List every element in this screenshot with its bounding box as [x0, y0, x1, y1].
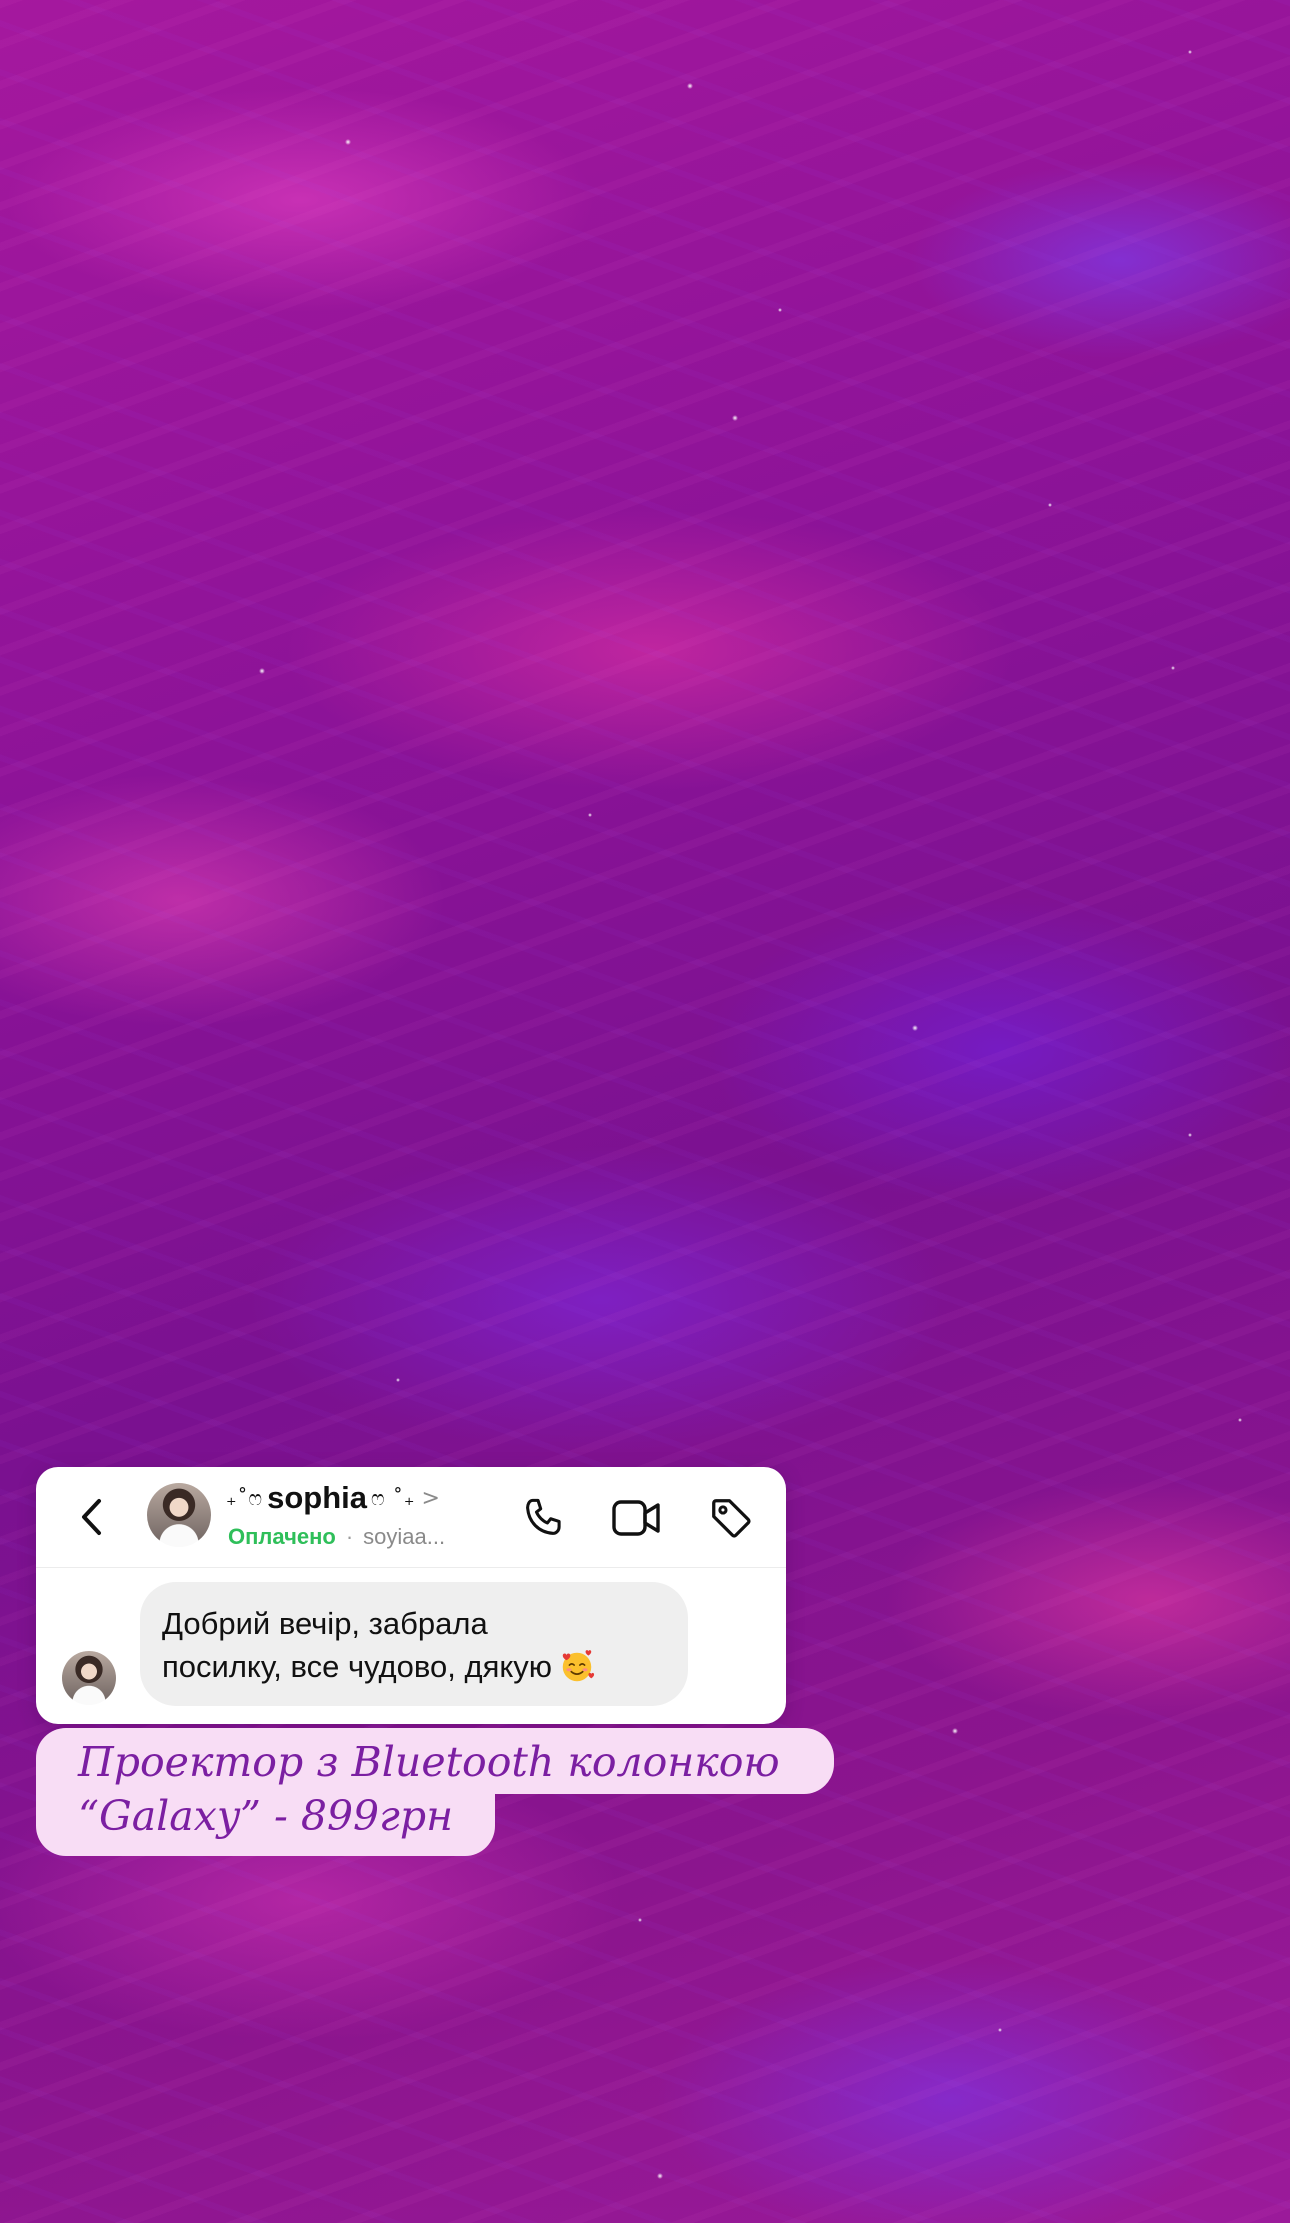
video-camera-icon — [612, 1500, 660, 1536]
call-button[interactable] — [516, 1491, 570, 1545]
tag-icon — [712, 1499, 751, 1538]
status-separator: · — [345, 1524, 354, 1549]
chat-header: ₊˚ෆ sophia ෆ ˚₊ > Оплачено · soyiaa... — [36, 1467, 786, 1568]
message-text-line-1: Добрий вечір, забрала — [162, 1606, 488, 1641]
back-button[interactable] — [70, 1495, 114, 1539]
message-text-line-2-text: посилку, все чудово, дякую — [162, 1649, 553, 1684]
chevron-right-icon: > — [421, 1485, 440, 1511]
sender-avatar — [62, 1651, 116, 1705]
chat-screenshot-card: ₊˚ෆ sophia ෆ ˚₊ > Оплачено · soyiaa... Д… — [36, 1467, 786, 1724]
name-decoration-prefix: ₊˚ෆ — [226, 1486, 264, 1510]
video-call-button[interactable] — [610, 1491, 664, 1545]
caption-line-1: Проектор з Bluetooth колонкою — [36, 1728, 834, 1794]
contact-name: sophia — [267, 1480, 368, 1515]
smiling-face-with-hearts-icon — [562, 1650, 595, 1682]
payment-status-label: Оплачено — [228, 1524, 336, 1549]
tag-button[interactable] — [704, 1491, 758, 1545]
chevron-left-icon — [82, 1499, 101, 1535]
contact-username: soyiaa... — [363, 1524, 446, 1549]
message-text-line-2: посилку, все чудово, дякую — [162, 1645, 666, 1688]
contact-name-row[interactable]: ₊˚ෆ sophia ෆ ˚₊ > — [226, 1480, 440, 1515]
name-decoration-suffix: ෆ ˚₊ — [371, 1486, 416, 1510]
contact-avatar[interactable] — [147, 1483, 211, 1547]
star-field — [0, 0, 1290, 2223]
chat-body: Добрий вечір, забрала посилку, все чудов… — [36, 1568, 786, 1724]
phone-icon — [526, 1498, 561, 1535]
message-bubble[interactable]: Добрий вечір, забрала посилку, все чудов… — [140, 1582, 688, 1706]
product-caption: Проектор з Bluetooth колонкою “Galaxy” -… — [36, 1728, 876, 1856]
caption-line-2: “Galaxy” - 899грн — [36, 1794, 496, 1856]
contact-status-row: Оплачено · soyiaa... — [228, 1524, 445, 1550]
